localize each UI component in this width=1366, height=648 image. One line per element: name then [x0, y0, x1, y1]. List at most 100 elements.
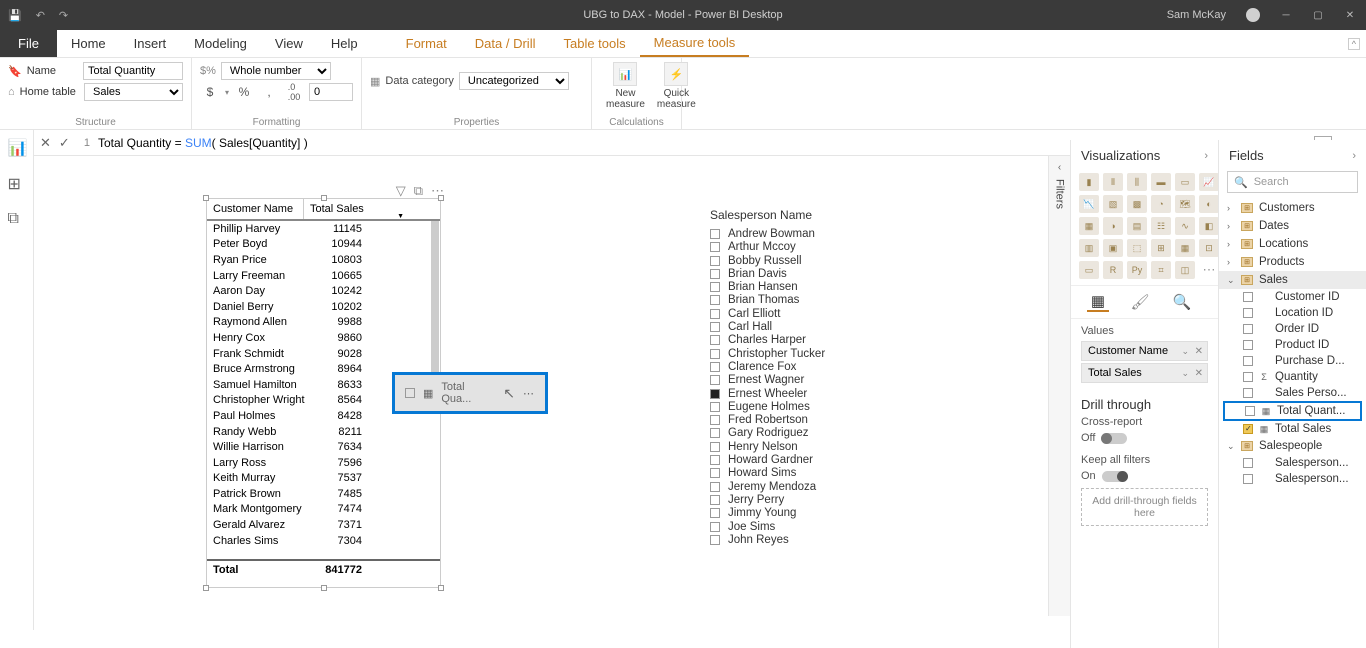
viz-type-button[interactable]: ⫴	[1103, 173, 1123, 191]
viz-type-button[interactable]: ▤	[1127, 217, 1147, 235]
filters-pane-collapsed[interactable]: ‹ Filters	[1048, 156, 1070, 616]
file-menu[interactable]: File	[0, 30, 57, 57]
comma-button[interactable]: ,	[259, 83, 279, 101]
redo-icon[interactable]: ↷	[59, 9, 68, 22]
field-item[interactable]: Customer ID	[1219, 289, 1366, 305]
format-tab-icon[interactable]: 🖌	[1129, 292, 1151, 312]
tab-view[interactable]: View	[261, 30, 317, 57]
quick-measure-button[interactable]: ⚡ Quick measure	[651, 62, 702, 110]
checkbox-icon[interactable]	[710, 242, 720, 252]
slicer-option[interactable]: Jeremy Mendoza	[710, 481, 920, 493]
table-row[interactable]: Larry Freeman10665	[207, 268, 440, 284]
slicer-option[interactable]: Henry Nelson	[710, 441, 920, 453]
viz-type-button[interactable]: ◫	[1175, 261, 1195, 279]
field-item[interactable]: Salesperson...	[1219, 455, 1366, 471]
table-row[interactable]: Charles Sims7304	[207, 533, 440, 549]
new-measure-button[interactable]: 📊 New measure	[600, 62, 651, 110]
field-checkbox[interactable]	[1243, 458, 1253, 468]
cross-report-toggle[interactable]: Off	[1081, 432, 1208, 444]
checkbox-icon[interactable]	[710, 455, 720, 465]
checkbox-icon[interactable]	[710, 482, 720, 492]
tab-measure-tools[interactable]: Measure tools	[640, 30, 750, 57]
tab-modeling[interactable]: Modeling	[180, 30, 261, 57]
table-salespeople[interactable]: ⌄⊞Salespeople	[1219, 437, 1366, 455]
slicer-option[interactable]: Charles Harper	[710, 334, 920, 346]
table-row[interactable]: Gerald Alvarez7371	[207, 517, 440, 533]
viz-type-button[interactable]: ◧	[1199, 217, 1219, 235]
viz-type-button[interactable]: ▥	[1079, 239, 1099, 257]
checkbox-icon[interactable]	[710, 508, 720, 518]
checkbox-icon[interactable]	[710, 522, 720, 532]
hometable-select[interactable]: Sales	[84, 83, 183, 101]
slicer-option[interactable]: Ernest Wheeler	[710, 388, 920, 400]
expand-filters-icon[interactable]: ‹	[1058, 162, 1061, 173]
checkbox-icon[interactable]	[710, 535, 720, 545]
viz-type-button[interactable]: ▭	[1175, 173, 1195, 191]
column-total-sales[interactable]: Total Sales▼	[304, 199, 440, 219]
slicer-option[interactable]: Carl Elliott	[710, 308, 920, 320]
user-name[interactable]: Sam McKay	[1167, 9, 1226, 21]
table-row[interactable]: Mark Montgomery7474	[207, 502, 440, 518]
checkbox-icon[interactable]	[710, 468, 720, 478]
viz-type-button[interactable]: ⌗	[1151, 261, 1171, 279]
fields-search-input[interactable]: 🔍 Search	[1227, 171, 1358, 193]
slicer-option[interactable]: Jimmy Young	[710, 507, 920, 519]
chevron-down-icon[interactable]: ⌄	[1181, 368, 1189, 379]
slicer-option[interactable]: Bobby Russell	[710, 255, 920, 267]
table-row[interactable]: Peter Boyd10944	[207, 237, 440, 253]
checkbox-icon[interactable]	[710, 282, 720, 292]
checkbox-icon[interactable]	[710, 309, 720, 319]
field-item[interactable]: Location ID	[1219, 305, 1366, 321]
field-checkbox[interactable]	[1243, 372, 1253, 382]
viz-type-button[interactable]: ▧	[1103, 195, 1123, 213]
slicer-option[interactable]: Gary Rodriguez	[710, 427, 920, 439]
slicer-option[interactable]: Jerry Perry	[710, 494, 920, 506]
minimize-button[interactable]: ─	[1280, 9, 1292, 21]
table-dates[interactable]: ›⊞Dates	[1219, 217, 1366, 235]
table-products[interactable]: ›⊞Products	[1219, 253, 1366, 271]
ribbon-collapse-button[interactable]: ^	[1348, 38, 1360, 50]
maximize-button[interactable]: ▢	[1312, 9, 1324, 21]
slicer-option[interactable]: Brian Hansen	[710, 281, 920, 293]
column-customer-name[interactable]: Customer Name	[207, 199, 304, 219]
table-row[interactable]: Henry Cox9860	[207, 330, 440, 346]
tab-insert[interactable]: Insert	[120, 30, 181, 57]
viz-type-button[interactable]: ⊞	[1151, 239, 1171, 257]
field-item[interactable]: ▦Total Sales	[1219, 421, 1366, 437]
slicer-visual[interactable]: Salesperson Name Andrew BowmanArthur Mcc…	[710, 208, 920, 547]
drag-field-tooltip[interactable]: ▦ Total Qua... ↖ ⋯	[392, 372, 548, 414]
undo-icon[interactable]: ↶	[36, 9, 45, 22]
field-item[interactable]: Product ID	[1219, 337, 1366, 353]
fields-tab-icon[interactable]: ▦	[1087, 292, 1109, 312]
field-item[interactable]: ▦Total Quant...	[1223, 401, 1362, 421]
field-checkbox[interactable]	[1243, 340, 1253, 350]
cancel-formula-button[interactable]: ✕	[40, 135, 51, 151]
checkbox-icon[interactable]	[710, 322, 720, 332]
viz-type-button[interactable]: ⊡	[1199, 239, 1219, 257]
table-row[interactable]: Randy Webb8211	[207, 424, 440, 440]
table-sales[interactable]: ⌄⊞Sales	[1219, 271, 1366, 289]
viz-type-button[interactable]: ⬚	[1127, 239, 1147, 257]
viz-type-button[interactable]: ▮	[1079, 173, 1099, 191]
checkbox-icon[interactable]	[710, 442, 720, 452]
checkbox-icon[interactable]	[710, 335, 720, 345]
field-item[interactable]: ΣQuantity	[1219, 369, 1366, 385]
checkbox-icon[interactable]	[710, 375, 720, 385]
viz-type-button[interactable]: 📉	[1079, 195, 1099, 213]
well-total-sales[interactable]: Total Sales⌄✕	[1081, 363, 1208, 383]
slicer-option[interactable]: Howard Sims	[710, 467, 920, 479]
slicer-option[interactable]: Brian Thomas	[710, 294, 920, 306]
checkbox-icon[interactable]	[710, 415, 720, 425]
viz-type-button[interactable]: ◑	[1103, 217, 1123, 235]
remove-icon[interactable]: ✕	[1195, 368, 1203, 379]
commit-formula-button[interactable]: ✓	[59, 135, 70, 151]
slicer-option[interactable]: Andrew Bowman	[710, 228, 920, 240]
viz-type-button[interactable]: ◐	[1199, 195, 1219, 213]
table-row[interactable]: Daniel Berry10202	[207, 299, 440, 315]
checkbox-icon[interactable]	[710, 428, 720, 438]
viz-type-button[interactable]: ▦	[1079, 217, 1099, 235]
table-locations[interactable]: ›⊞Locations	[1219, 235, 1366, 253]
data-view-icon[interactable]: ⊞	[8, 174, 26, 192]
viz-more-button[interactable]: ⋯	[1199, 261, 1219, 279]
field-checkbox[interactable]	[1243, 474, 1253, 484]
